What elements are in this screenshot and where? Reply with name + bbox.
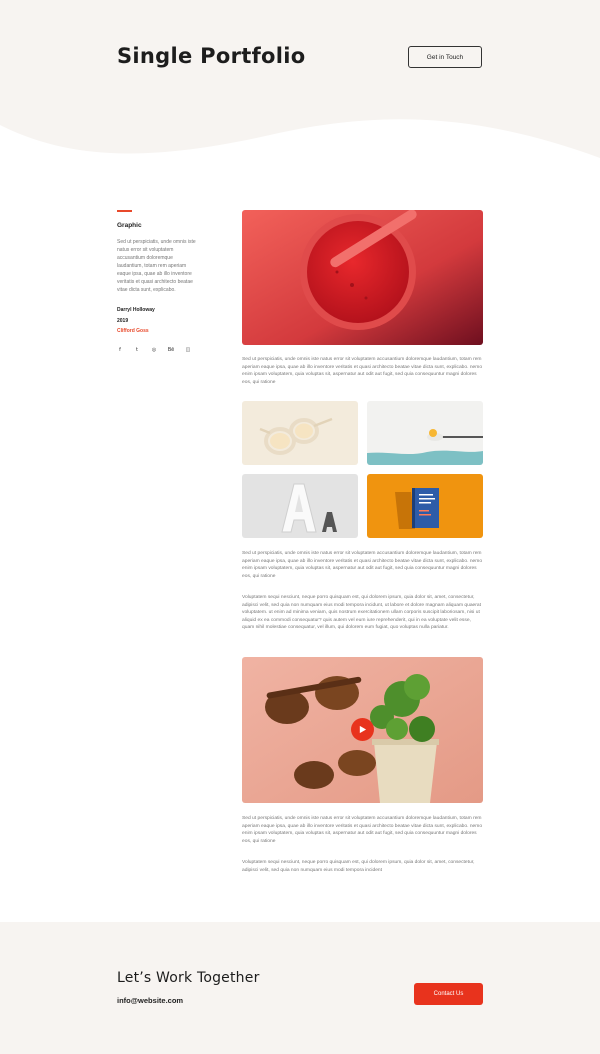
behance-icon[interactable]: Bē xyxy=(168,347,175,353)
body-paragraph-5: Voluptatem sequi nesciunt, neque porro q… xyxy=(242,860,475,873)
body-paragraph-1: Sed ut perspiciatis, unde omnis iste nat… xyxy=(242,357,483,385)
body-paragraph-4: Sed ut perspiciatis, unde omnis iste nat… xyxy=(242,816,483,844)
hero-image-red-drink xyxy=(242,210,483,345)
social-links: f t ◎ Bē ◫ xyxy=(117,347,199,353)
footer-section xyxy=(0,922,600,1054)
play-icon xyxy=(359,725,367,734)
project-category: Graphic xyxy=(117,221,142,229)
project-year: 2019 xyxy=(117,317,129,324)
dribbble-icon[interactable]: ◎ xyxy=(151,347,157,353)
body-paragraph-2: Sed ut perspiciatis, unde omnis iste nat… xyxy=(242,551,483,579)
body-paragraph-3: Voluptatem sequi nesciunt, neque porro q… xyxy=(242,595,481,630)
contact-us-button[interactable]: Contact Us xyxy=(414,983,483,1005)
image-book-orange xyxy=(367,474,483,538)
twitter-icon[interactable]: t xyxy=(134,347,140,353)
project-author: Darryl Holloway xyxy=(117,307,155,314)
hero-wave-divider xyxy=(0,119,600,180)
play-button[interactable] xyxy=(351,718,374,741)
image-sunglasses-white xyxy=(242,401,358,465)
get-in-touch-button[interactable]: Get in Touch xyxy=(408,46,482,68)
image-egg-spoon xyxy=(367,401,483,465)
page-title: Single Portfolio xyxy=(117,44,306,68)
footer-email-link[interactable]: info@website.com xyxy=(117,996,183,1005)
facebook-icon[interactable]: f xyxy=(117,347,123,353)
project-sidebar: Graphic Sed ut perspiciatis, unde omnis … xyxy=(117,210,199,353)
accent-divider xyxy=(117,210,132,212)
project-description: Sed ut perspiciatis, unde omnis iste nat… xyxy=(117,238,196,294)
footer-title: Let’s Work Together xyxy=(117,970,260,986)
instagram-icon[interactable]: ◫ xyxy=(185,347,191,353)
project-client-link[interactable]: Clifford Goss xyxy=(117,326,199,337)
image-letter-a xyxy=(242,474,358,538)
